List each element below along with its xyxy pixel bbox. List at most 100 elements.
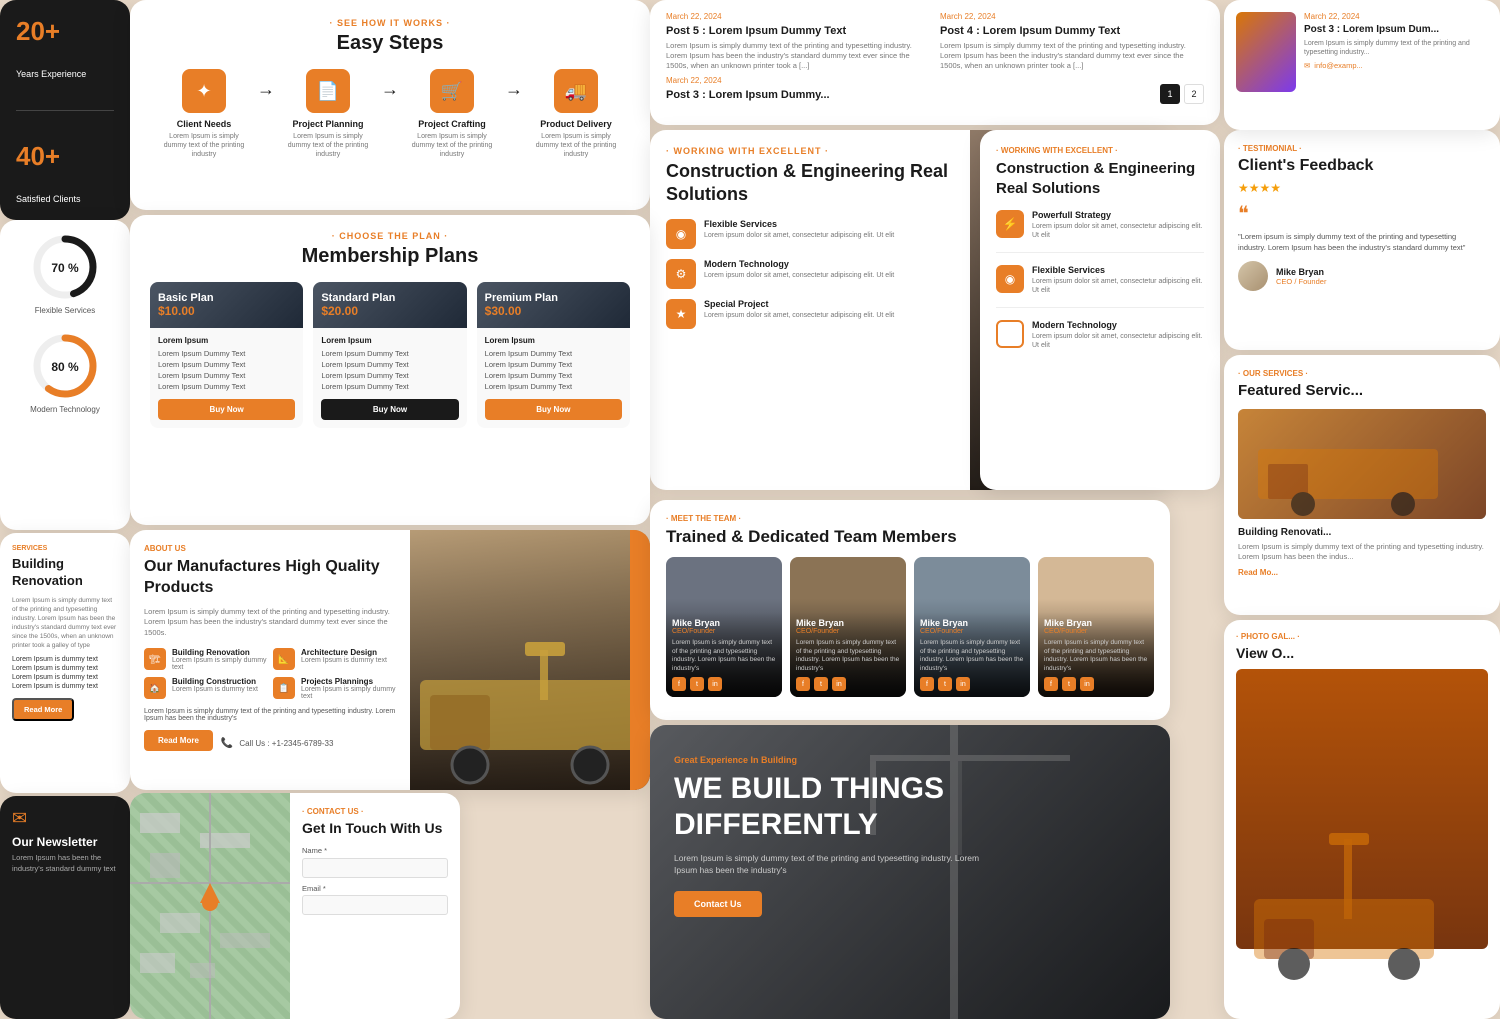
plan-premium-body: Lorem Ipsum Lorem Ipsum Dummy Text Lorem… [477,328,630,428]
team-member-1-text: Lorem Ipsum is simply dummy text of the … [672,639,776,673]
working-info-1: Powerfull Strategy Lorem ipsum dolor sit… [1032,210,1204,240]
feature-construction-title: Building Construction [172,677,258,686]
gallery-img-svg [1236,739,1472,949]
blog-right-content: March 22, 2024 Post 3 : Lorem Ipsum Dum.… [1236,12,1488,118]
manufactures-info: ABOUT US Our Manufactures High Quality P… [130,530,410,790]
we-build-btn[interactable]: Contact Us [674,891,762,917]
membership-title: Membership Plans [150,245,630,268]
team-member-2-text: Lorem Ipsum is simply dummy text of the … [796,639,900,673]
feature-architecture-info: Architecture Design Lorem Ipsum is dummy… [301,648,387,664]
membership-card: · CHOOSE THE PLAN · Membership Plans Bas… [130,215,650,525]
step-client-desc: Lorem Ipsum is simply dummy text of the … [159,132,249,159]
plan-basic-header: Basic Plan $10.00 [150,282,303,328]
twitter-icon-3[interactable]: t [938,677,952,691]
gallery-label: · PHOTO GAL... · [1236,632,1488,641]
plan-standard-btn[interactable]: Buy Now [321,399,458,420]
plan-standard-item-2: Lorem Ipsum Dummy Text [321,360,458,369]
linkedin-icon-3[interactable]: in [956,677,970,691]
plan-standard-item-1: Lorem Ipsum Dummy Text [321,349,458,358]
plan-standard-item-3: Lorem Ipsum Dummy Text [321,371,458,380]
twitter-icon-1[interactable]: t [690,677,704,691]
feature-construction-desc: Lorem Ipsum is dummy text [172,686,258,693]
working-icon-2: ◉ [996,265,1024,293]
blog-post-5: March 22, 2024 Post 5 : Lorem Ipsum Dumm… [666,12,930,70]
working-desc-1: Lorem ipsum dolor sit amet, consectetur … [1032,222,1204,240]
service-modern-title: Modern Technology [704,259,894,269]
blog-right-text: Lorem Ipsum is simply dummy text of the … [1304,39,1488,57]
plan-premium-item-3: Lorem Ipsum Dummy Text [485,371,622,380]
twitter-icon-2[interactable]: t [814,677,828,691]
team-member-2-name: Mike Bryan [796,618,900,628]
twitter-icon-4[interactable]: t [1062,677,1076,691]
team-member-4-overlay: Mike Bryan CEO/Founder Lorem Ipsum is si… [1038,612,1154,697]
working-desc-3: Lorem ipsum dolor sit amet, consectetur … [1032,332,1204,350]
photo-gallery-card: · PHOTO GAL... · View O... [1224,620,1500,1019]
plan-basic-price: $10.00 [158,304,295,318]
service-flexible-title: Flexible Services [704,219,894,229]
contact-name-input[interactable] [302,858,448,878]
feature-architecture: 📐 Architecture Design Lorem Ipsum is dum… [273,648,396,671]
plan-premium-item-4: Lorem Ipsum Dummy Text [485,382,622,391]
feature-construction-icon: 🏠 [144,677,166,699]
step-delivery-desc: Lorem Ipsum is simply dummy text of the … [531,132,621,159]
manufactures-read-more[interactable]: Read More [144,730,213,751]
service-special-info: Special Project Lorem ipsum dolor sit am… [704,299,894,320]
reno-button[interactable]: Read More [12,698,74,721]
donut-charts-card: 70 % Flexible Services 80 % Modern Techn… [0,220,130,530]
page-2[interactable]: 2 [1184,84,1204,104]
stats-card: 20+ Years Experience 40+ Satisfied Clien… [0,0,130,220]
svg-text:80 %: 80 % [51,360,79,374]
working-card: · WORKING WITH EXCELLENT · Construction … [980,130,1220,490]
working-service-3: ★ Modern Technology Lorem ipsum dolor si… [996,320,1204,362]
plan-premium-btn[interactable]: Buy Now [485,399,622,420]
phone-text: Call Us : +1-2345-6789-33 [239,739,333,748]
manufactures-footer: Lorem Ipsum is simply dummy text of the … [144,708,396,722]
arrow-1: → [257,79,275,100]
reno-list-item-4: Lorem Ipsum is dummy text [12,683,118,690]
facebook-icon-2[interactable]: f [796,677,810,691]
working-service-2: ◉ Flexible Services Lorem ipsum dolor si… [996,265,1204,308]
facebook-icon-4[interactable]: f [1044,677,1058,691]
contact-right: · CONTACT US · Get In Touch With Us Name… [290,793,460,1019]
feature-construction: 🏠 Building Construction Lorem Ipsum is d… [144,677,267,700]
feature-building-reno-icon: 🏗 [144,648,166,670]
we-build-card: Great Experience In Building WE BUILD TH… [650,725,1170,1019]
contact-label: · CONTACT US · [302,807,448,816]
team-member-1: Mike Bryan CEO/Founder Lorem Ipsum is si… [666,557,782,697]
quote-icon: ❝ [1238,201,1486,226]
step-delivery-title: Product Delivery [540,119,612,129]
team-member-4: Mike Bryan CEO/Founder Lorem Ipsum is si… [1038,557,1154,697]
step-crafting-title: Project Crafting [418,119,486,129]
facebook-icon-3[interactable]: f [920,677,934,691]
service-flexible-info: Flexible Services Lorem ipsum dolor sit … [704,219,894,240]
service-flexible-text: Lorem ipsum dolor sit amet, consectetur … [704,231,894,240]
contact-email-input[interactable] [302,895,448,915]
feature-building-reno: 🏗 Building Renovation Lorem Ipsum is sim… [144,648,267,671]
linkedin-icon-4[interactable]: in [1080,677,1094,691]
reno-list-item-3: Lorem Ipsum is dummy text [12,674,118,681]
step-crafting-desc: Lorem Ipsum is simply dummy text of the … [407,132,497,159]
we-build-bg: Great Experience In Building WE BUILD TH… [650,725,1170,1019]
service-modern-info: Modern Technology Lorem ipsum dolor sit … [704,259,894,280]
contact-email-label: Email * [302,884,448,893]
linkedin-icon-1[interactable]: in [708,677,722,691]
team-member-1-social: f t in [672,677,776,691]
svg-text:70 %: 70 % [51,261,79,275]
working-icon-1: ⚡ [996,210,1024,238]
testimonial-author: Mike Bryan CEO / Founder [1238,261,1486,291]
blog-title-4: Post 4 : Lorem Ipsum Dummy Text [940,25,1204,37]
service-flexible-icon: ◉ [666,219,696,249]
step-client-title: Client Needs [177,119,232,129]
plan-basic-btn[interactable]: Buy Now [158,399,295,420]
reno-list-item-2: Lorem Ipsum is dummy text [12,665,118,672]
working-title-2: Flexible Services [1032,265,1204,275]
blog-right-card: March 22, 2024 Post 3 : Lorem Ipsum Dum.… [1224,0,1500,130]
blog-text-5: Lorem Ipsum is simply dummy text of the … [666,41,930,70]
manufactures-vehicle-svg [410,530,650,790]
facebook-icon-1[interactable]: f [672,677,686,691]
featured-read-more[interactable]: Read Mo... [1238,568,1486,577]
feature-construction-info: Building Construction Lorem Ipsum is dum… [172,677,258,693]
linkedin-icon-2[interactable]: in [832,677,846,691]
page-1[interactable]: 1 [1160,84,1180,104]
step-planning-icon: 📄 [306,69,350,113]
